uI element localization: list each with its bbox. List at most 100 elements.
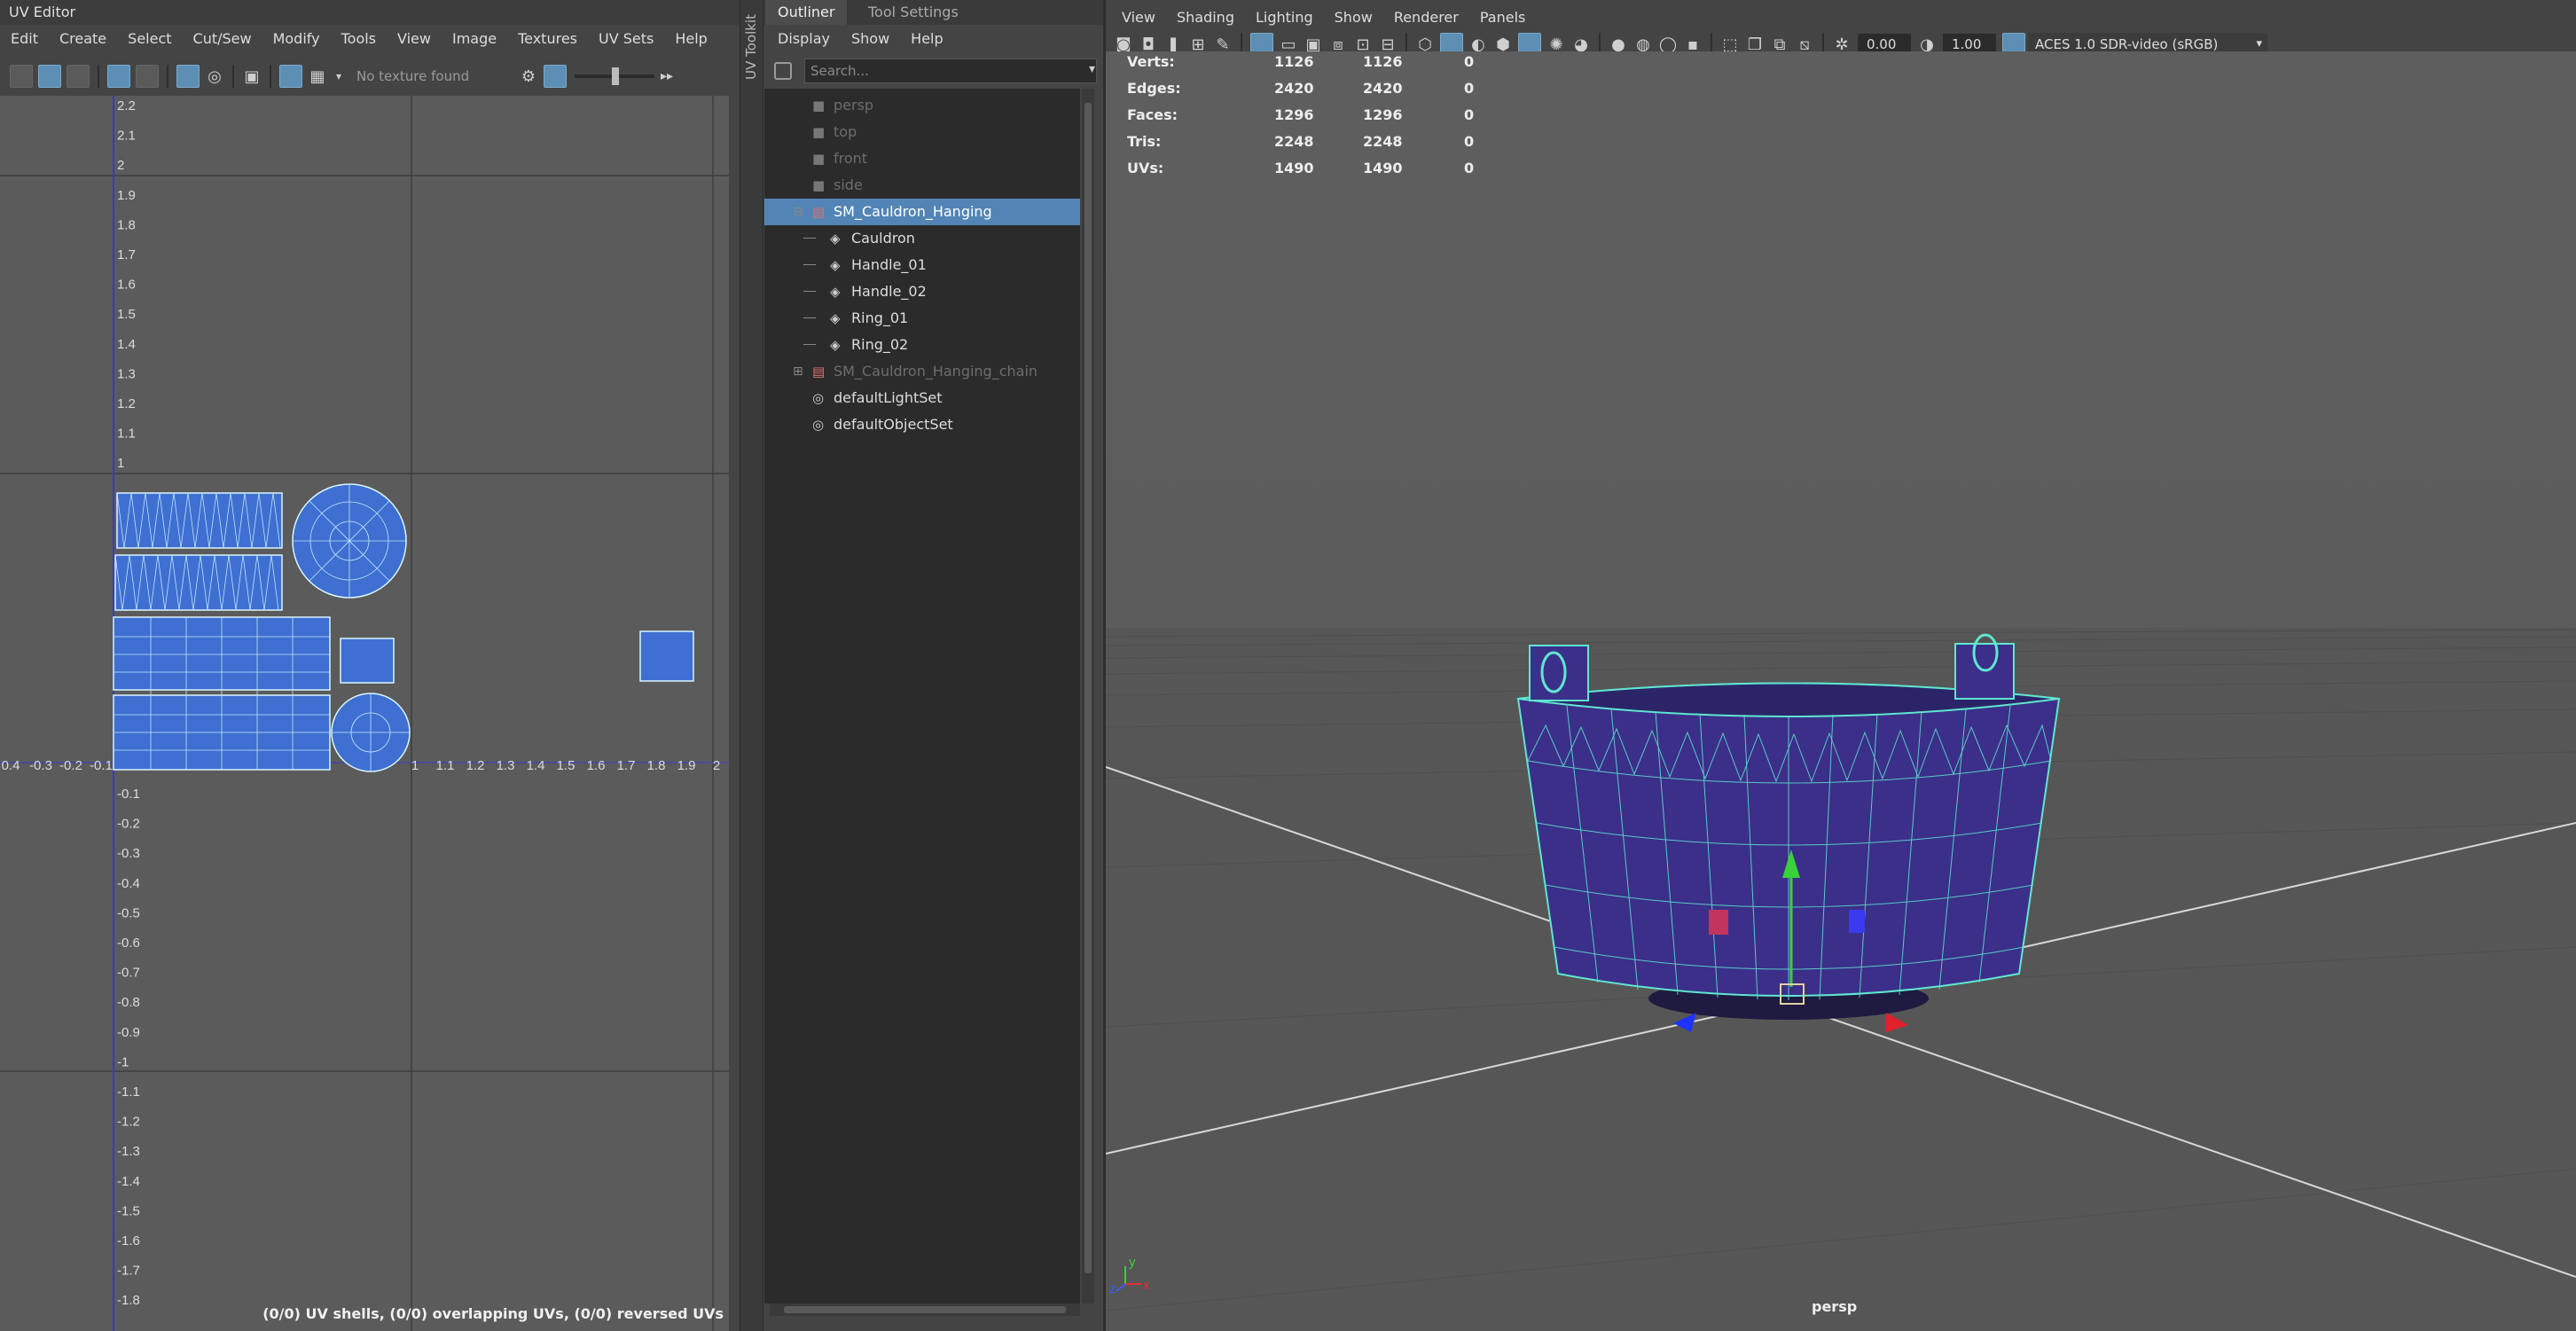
uv-tick-label: 1.6 xyxy=(587,758,606,773)
outliner-item-label: Cauldron xyxy=(851,230,915,247)
hud-label: UVs: xyxy=(1127,160,1164,176)
brightness-slider[interactable] xyxy=(575,65,654,88)
outliner-menu-show[interactable]: Show xyxy=(841,30,900,47)
uv-tick-label: 1.9 xyxy=(677,758,696,773)
outliner-item-top[interactable]: ■ top xyxy=(764,119,1080,145)
set-icon: ◎ xyxy=(812,417,825,433)
tab-tool-settings[interactable]: Tool Settings xyxy=(859,0,967,25)
outliner-item-defaultobjectset[interactable]: ◎ defaultObjectSet xyxy=(764,411,1080,438)
checker-icon[interactable]: ▦ xyxy=(308,67,327,86)
tree-connector xyxy=(803,317,816,318)
uv-grid-toggle-icon[interactable] xyxy=(136,65,159,88)
toolbar-divider xyxy=(270,65,271,88)
expand-icon[interactable]: ⊞ xyxy=(793,358,803,385)
uv-tick-label: -0.9 xyxy=(117,1025,140,1040)
expand-arrow-icon[interactable]: ▸▸ xyxy=(657,67,677,86)
hud-value: 2420 xyxy=(1363,80,1403,97)
outliner-item-cauldron[interactable]: ◈ Cauldron xyxy=(764,225,1080,252)
uv-canvas[interactable]: 2.2 2.1 2 1.9 1.8 1.7 1.6 1.5 1.4 1.3 1.2 1.1 1 -0.1-… xyxy=(0,96,729,1331)
uv-menu-tools[interactable]: Tools xyxy=(331,30,387,47)
texture-toggle-icon[interactable] xyxy=(544,65,567,88)
uv-tick-label: 1.2 xyxy=(117,396,136,411)
hud-value: 1126 xyxy=(1274,53,1314,70)
collapse-icon[interactable]: ⊟ xyxy=(793,199,803,225)
uv-canvas-svg: 2.22.121.91.81.71.61.51.41.31.21.11-0.1-… xyxy=(0,96,729,1331)
outliner-item-persp[interactable]: ■ persp xyxy=(764,92,1080,119)
uv-tick-label: -1.5 xyxy=(117,1203,140,1218)
tab-outliner[interactable]: Outliner xyxy=(765,0,848,25)
image-display-icon[interactable] xyxy=(279,65,302,88)
uv-menu-uv-sets[interactable]: UV Sets xyxy=(588,30,664,47)
group-icon: ▤ xyxy=(812,364,826,380)
outliner-item-sm-cauldron-hanging[interactable]: ⊟ ▤ SM_Cauldron_Hanging xyxy=(764,199,1080,225)
dropdown-arrow-icon[interactable]: ▾ xyxy=(333,67,345,86)
outliner-item-sm-cauldron-hanging-chain[interactable]: ⊞ ▤ SM_Cauldron_Hanging_chain xyxy=(764,358,1080,385)
search-dropdown-icon[interactable]: ▾ xyxy=(1089,62,1095,76)
outliner-vertical-scrollbar[interactable] xyxy=(1082,89,1094,1304)
uv-toolkit-tab[interactable]: UV Toolkit xyxy=(740,0,763,1331)
scrollbar-thumb[interactable] xyxy=(784,1306,1066,1313)
outliner-item-ring-02[interactable]: ◈ Ring_02 xyxy=(764,332,1080,358)
scrollbar-thumb[interactable] xyxy=(1084,103,1092,1273)
gizmo-label-y: y xyxy=(1129,1255,1136,1270)
outliner-filter-icon[interactable] xyxy=(774,62,792,80)
toolbar-divider xyxy=(232,65,234,88)
viewport-menu-show[interactable]: Show xyxy=(1324,9,1383,26)
uv-menu-select[interactable]: Select xyxy=(117,30,182,47)
uv-snap-icon[interactable] xyxy=(176,65,200,88)
outliner-item-label: Ring_01 xyxy=(851,309,909,326)
uv-editor-menubar: Edit Create Select Cut/Sew Modify Tools View Im… xyxy=(0,25,740,51)
outliner-item-handle-01[interactable]: ◈ Handle_01 xyxy=(764,252,1080,278)
uv-menu-edit[interactable]: Edit xyxy=(0,30,49,47)
uv-tick-label: -0.4 xyxy=(117,876,140,891)
viewport-svg: y x z xyxy=(1106,51,2576,1331)
uv-menu-view[interactable]: View xyxy=(387,30,442,47)
uv-menu-image[interactable]: Image xyxy=(442,30,507,47)
viewport-menu-renderer[interactable]: Renderer xyxy=(1383,9,1469,26)
viewport-menu-view[interactable]: View xyxy=(1111,9,1166,26)
uv-tick-label: -0.5 xyxy=(117,905,140,920)
viewport-menu-lighting[interactable]: Lighting xyxy=(1245,9,1324,26)
outliner-menu-help[interactable]: Help xyxy=(900,30,953,47)
camera-icon: ■ xyxy=(812,124,826,140)
uv-menu-modify[interactable]: Modify xyxy=(262,30,331,47)
uv-tick-label: 2.2 xyxy=(117,98,136,114)
uv-tick-label: 1.7 xyxy=(617,758,636,773)
uv-menu-textures[interactable]: Textures xyxy=(507,30,588,47)
gizmo-label-x: x xyxy=(1143,1278,1150,1293)
outliner-item-label: defaultLightSet xyxy=(834,389,943,406)
outliner-item-ring-01[interactable]: ◈ Ring_01 xyxy=(764,305,1080,332)
uv-select-mode-icon[interactable] xyxy=(38,65,61,88)
uv-shell-icon[interactable] xyxy=(67,65,90,88)
uv-tick-label: 1.1 xyxy=(117,427,136,442)
viewport-menu-shading[interactable]: Shading xyxy=(1166,9,1245,26)
outliner-item-handle-02[interactable]: ◈ Handle_02 xyxy=(764,278,1080,305)
uv-tick-label: 1.1 xyxy=(436,758,455,773)
outliner-horizontal-scrollbar[interactable] xyxy=(770,1304,1080,1316)
uv-tick-label: 1 xyxy=(411,758,419,773)
uv-menu-create[interactable]: Create xyxy=(49,30,117,47)
slider-handle[interactable] xyxy=(612,67,619,85)
hud-value: 0 xyxy=(1464,106,1475,123)
camera-snapshot-icon[interactable]: ▣ xyxy=(242,67,262,86)
texture-filter-icon[interactable]: ⚙ xyxy=(519,67,538,86)
uv-tick-label: 1.3 xyxy=(117,366,136,381)
outliner-item-side[interactable]: ■ side xyxy=(764,172,1080,199)
outliner-search-input[interactable]: Search... xyxy=(804,59,1097,83)
uv-grid-icon[interactable] xyxy=(10,65,33,88)
mesh-icon: ◈ xyxy=(830,231,841,247)
outliner-menu-display[interactable]: Display xyxy=(767,30,841,47)
outliner-item-defaultlightset[interactable]: ◎ defaultLightSet xyxy=(764,385,1080,411)
uv-tick-label: 1.5 xyxy=(117,307,136,322)
uv-tick-label: 1.9 xyxy=(117,188,136,203)
viewport-menu-panels[interactable]: Panels xyxy=(1469,9,1537,26)
viewport-canvas[interactable]: y x z Verts: 1126 1126 0 Edges: 2420 2420 0 Face… xyxy=(1106,51,2576,1331)
uv-tick-label: 0.4 xyxy=(2,758,20,773)
uv-display-icon[interactable] xyxy=(107,65,130,88)
uv-tick-label: 1.3 xyxy=(497,758,515,773)
target-icon[interactable]: ◎ xyxy=(205,67,224,86)
uv-menu-help[interactable]: Help xyxy=(664,30,717,47)
mesh-icon: ◈ xyxy=(830,310,841,326)
uv-menu-cut-sew[interactable]: Cut/Sew xyxy=(183,30,262,47)
outliner-item-front[interactable]: ■ front xyxy=(764,145,1080,172)
